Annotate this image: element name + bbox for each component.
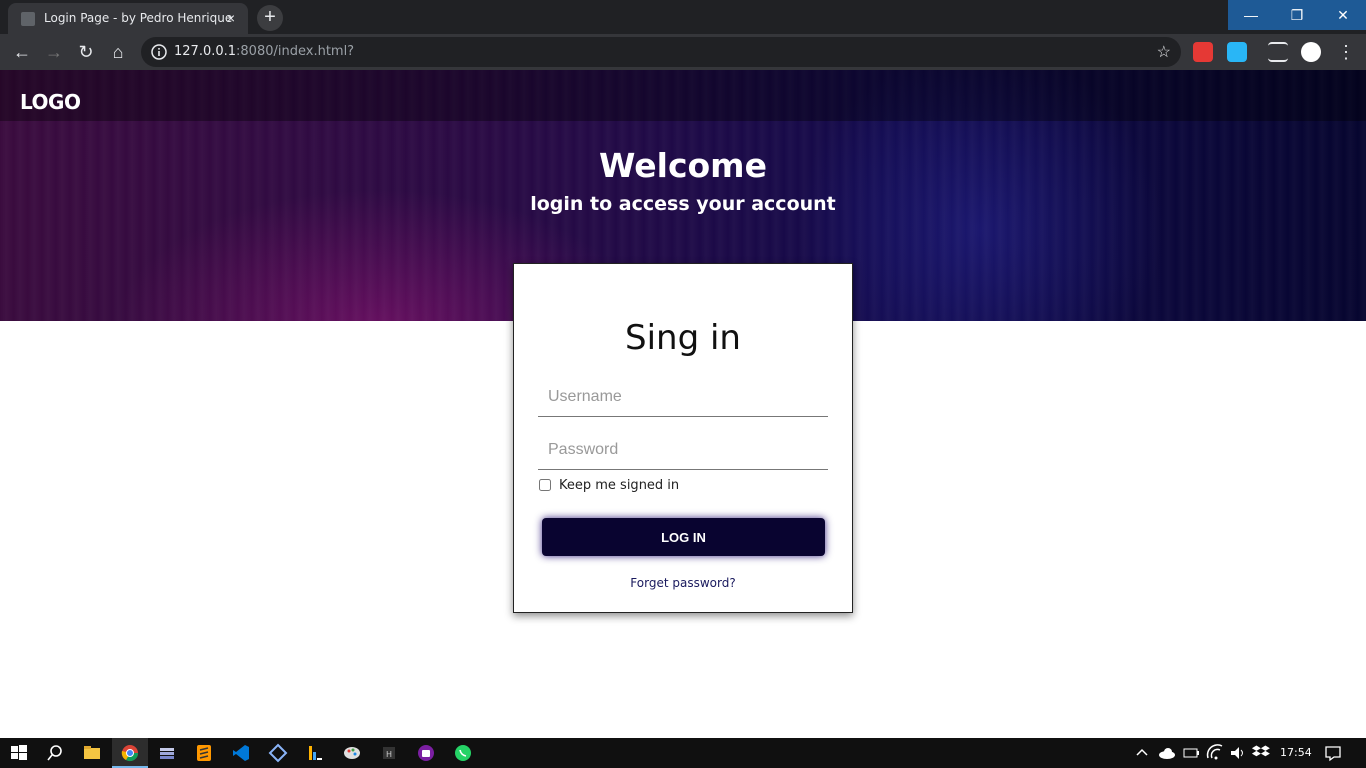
site-logo[interactable]: LOGO xyxy=(20,90,81,114)
window-minimize-button[interactable]: — xyxy=(1228,0,1274,30)
svg-text:H: H xyxy=(386,750,392,759)
login-card-title: Sing in xyxy=(625,318,741,358)
extension-red-icon[interactable] xyxy=(1193,42,1213,62)
tray-expand-icon[interactable] xyxy=(1131,742,1153,764)
browser-tab[interactable]: Login Page - by Pedro Henrique × xyxy=(8,3,248,34)
purple-app-icon[interactable] xyxy=(415,742,437,764)
top-navbar: LOGO xyxy=(0,70,1366,121)
chrome-icon[interactable] xyxy=(119,742,141,764)
login-card: Sing in Keep me signed in LOG IN Forget … xyxy=(513,263,853,613)
keep-signed-in-text: Keep me signed in xyxy=(559,478,680,493)
keep-signed-in-checkbox[interactable] xyxy=(539,479,551,491)
wifi-icon[interactable] xyxy=(1204,742,1226,764)
tab-close-icon[interactable]: × xyxy=(222,9,240,27)
page-favicon-icon xyxy=(21,12,35,26)
url-text: 127.0.0.1:8080/index.html? xyxy=(174,44,354,59)
site-info-icon[interactable] xyxy=(151,44,167,60)
windows-start-icon[interactable] xyxy=(8,742,30,764)
window-restore-button[interactable]: ❐ xyxy=(1274,0,1320,30)
tab-title: Login Page - by Pedro Henrique xyxy=(44,11,233,25)
forgot-password-link[interactable]: Forget password? xyxy=(514,576,852,590)
forward-arrow-icon[interactable]: → xyxy=(42,40,66,64)
os-taskbar: H 17:54 xyxy=(0,738,1366,768)
browser-tab-strip: Login Page - by Pedro Henrique × + — ❐ ✕ xyxy=(0,0,1366,34)
onedrive-cloud-icon[interactable] xyxy=(1156,742,1178,764)
sublime-text-icon[interactable] xyxy=(193,742,215,764)
app-stack-icon[interactable] xyxy=(156,742,178,764)
username-input[interactable] xyxy=(538,377,828,417)
h-app-icon[interactable]: H xyxy=(378,742,400,764)
browser-toolbar: ← → ↻ ⌂ 127.0.0.1:8080/index.html? ☆ ⋮ xyxy=(0,34,1366,70)
paint-app-icon[interactable] xyxy=(341,742,363,764)
bookmark-star-icon[interactable]: ☆ xyxy=(1157,42,1171,62)
reload-icon[interactable]: ↻ xyxy=(74,40,98,64)
window-close-button[interactable]: ✕ xyxy=(1320,0,1366,30)
notifications-icon[interactable] xyxy=(1322,742,1344,764)
diamond-app-icon[interactable] xyxy=(267,742,289,764)
url-host: 127.0.0.1 xyxy=(174,44,237,59)
address-bar[interactable]: 127.0.0.1:8080/index.html? ☆ xyxy=(141,37,1181,67)
power-battery-icon[interactable] xyxy=(1180,742,1202,764)
browser-menu-icon[interactable]: ⋮ xyxy=(1334,40,1358,64)
welcome-heading: Welcome xyxy=(599,146,767,185)
search-icon[interactable] xyxy=(44,742,66,764)
taskbar-clock[interactable]: 17:54 xyxy=(1280,746,1312,759)
whatsapp-icon[interactable] xyxy=(452,742,474,764)
page-viewport: LOGO Welcome login to access your accoun… xyxy=(0,70,1366,738)
media-queue-icon[interactable] xyxy=(1268,42,1288,62)
url-path: :8080/index.html? xyxy=(236,44,355,59)
login-button[interactable]: LOG IN xyxy=(542,518,825,556)
extension-blue-icon[interactable] xyxy=(1227,42,1247,62)
welcome-subtitle: login to access your account xyxy=(530,193,836,215)
chart-app-icon[interactable] xyxy=(304,742,326,764)
dropbox-icon[interactable] xyxy=(1251,742,1273,764)
file-explorer-icon[interactable] xyxy=(81,742,103,764)
home-icon[interactable]: ⌂ xyxy=(106,40,130,64)
new-tab-button[interactable]: + xyxy=(257,5,283,31)
volume-icon[interactable] xyxy=(1227,742,1249,764)
password-input[interactable] xyxy=(538,430,828,470)
profile-avatar[interactable] xyxy=(1301,42,1321,62)
keep-signed-in-label[interactable]: Keep me signed in xyxy=(539,478,679,493)
back-arrow-icon[interactable]: ← xyxy=(10,40,34,64)
vscode-icon[interactable] xyxy=(230,742,252,764)
